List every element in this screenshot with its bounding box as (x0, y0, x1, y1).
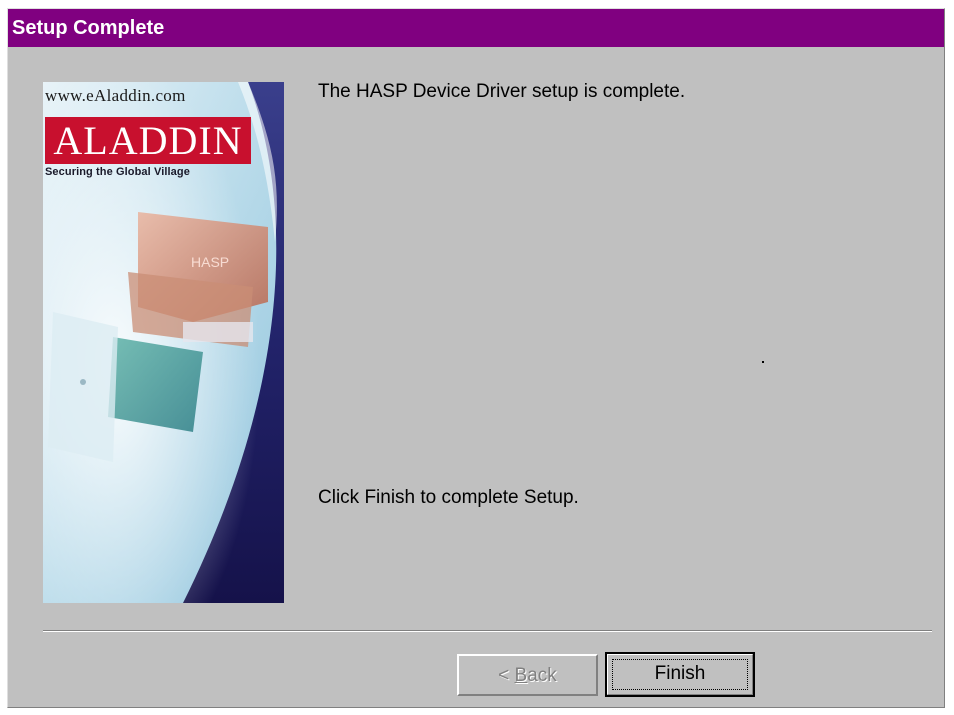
back-button-accelerator: B (514, 665, 528, 686)
aladdin-banner: HASP www.eAladdin.com ALADDIN Securing t… (43, 82, 284, 603)
finish-button-label: Finish (654, 663, 706, 684)
banner-tagline: Securing the Global Village (45, 166, 190, 178)
back-button-rest: ack (527, 665, 557, 686)
separator-line (43, 630, 932, 632)
setup-dialog: Setup Complete HASP www.eAladdin.com ALA… (7, 8, 945, 708)
aladdin-logo: ALADDIN (45, 117, 251, 164)
banner-url: www.eAladdin.com (45, 86, 186, 105)
stray-dot (762, 361, 764, 363)
setup-complete-message: The HASP Device Driver setup is complete… (318, 81, 686, 102)
dialog-title: Setup Complete (8, 9, 944, 47)
banner-product-label: HASP (191, 254, 229, 270)
finish-button[interactable]: Finish (605, 652, 755, 697)
back-button-prefix: < (498, 665, 515, 686)
back-button[interactable]: < Back (457, 654, 598, 696)
finish-instruction: Click Finish to complete Setup. (318, 487, 579, 508)
